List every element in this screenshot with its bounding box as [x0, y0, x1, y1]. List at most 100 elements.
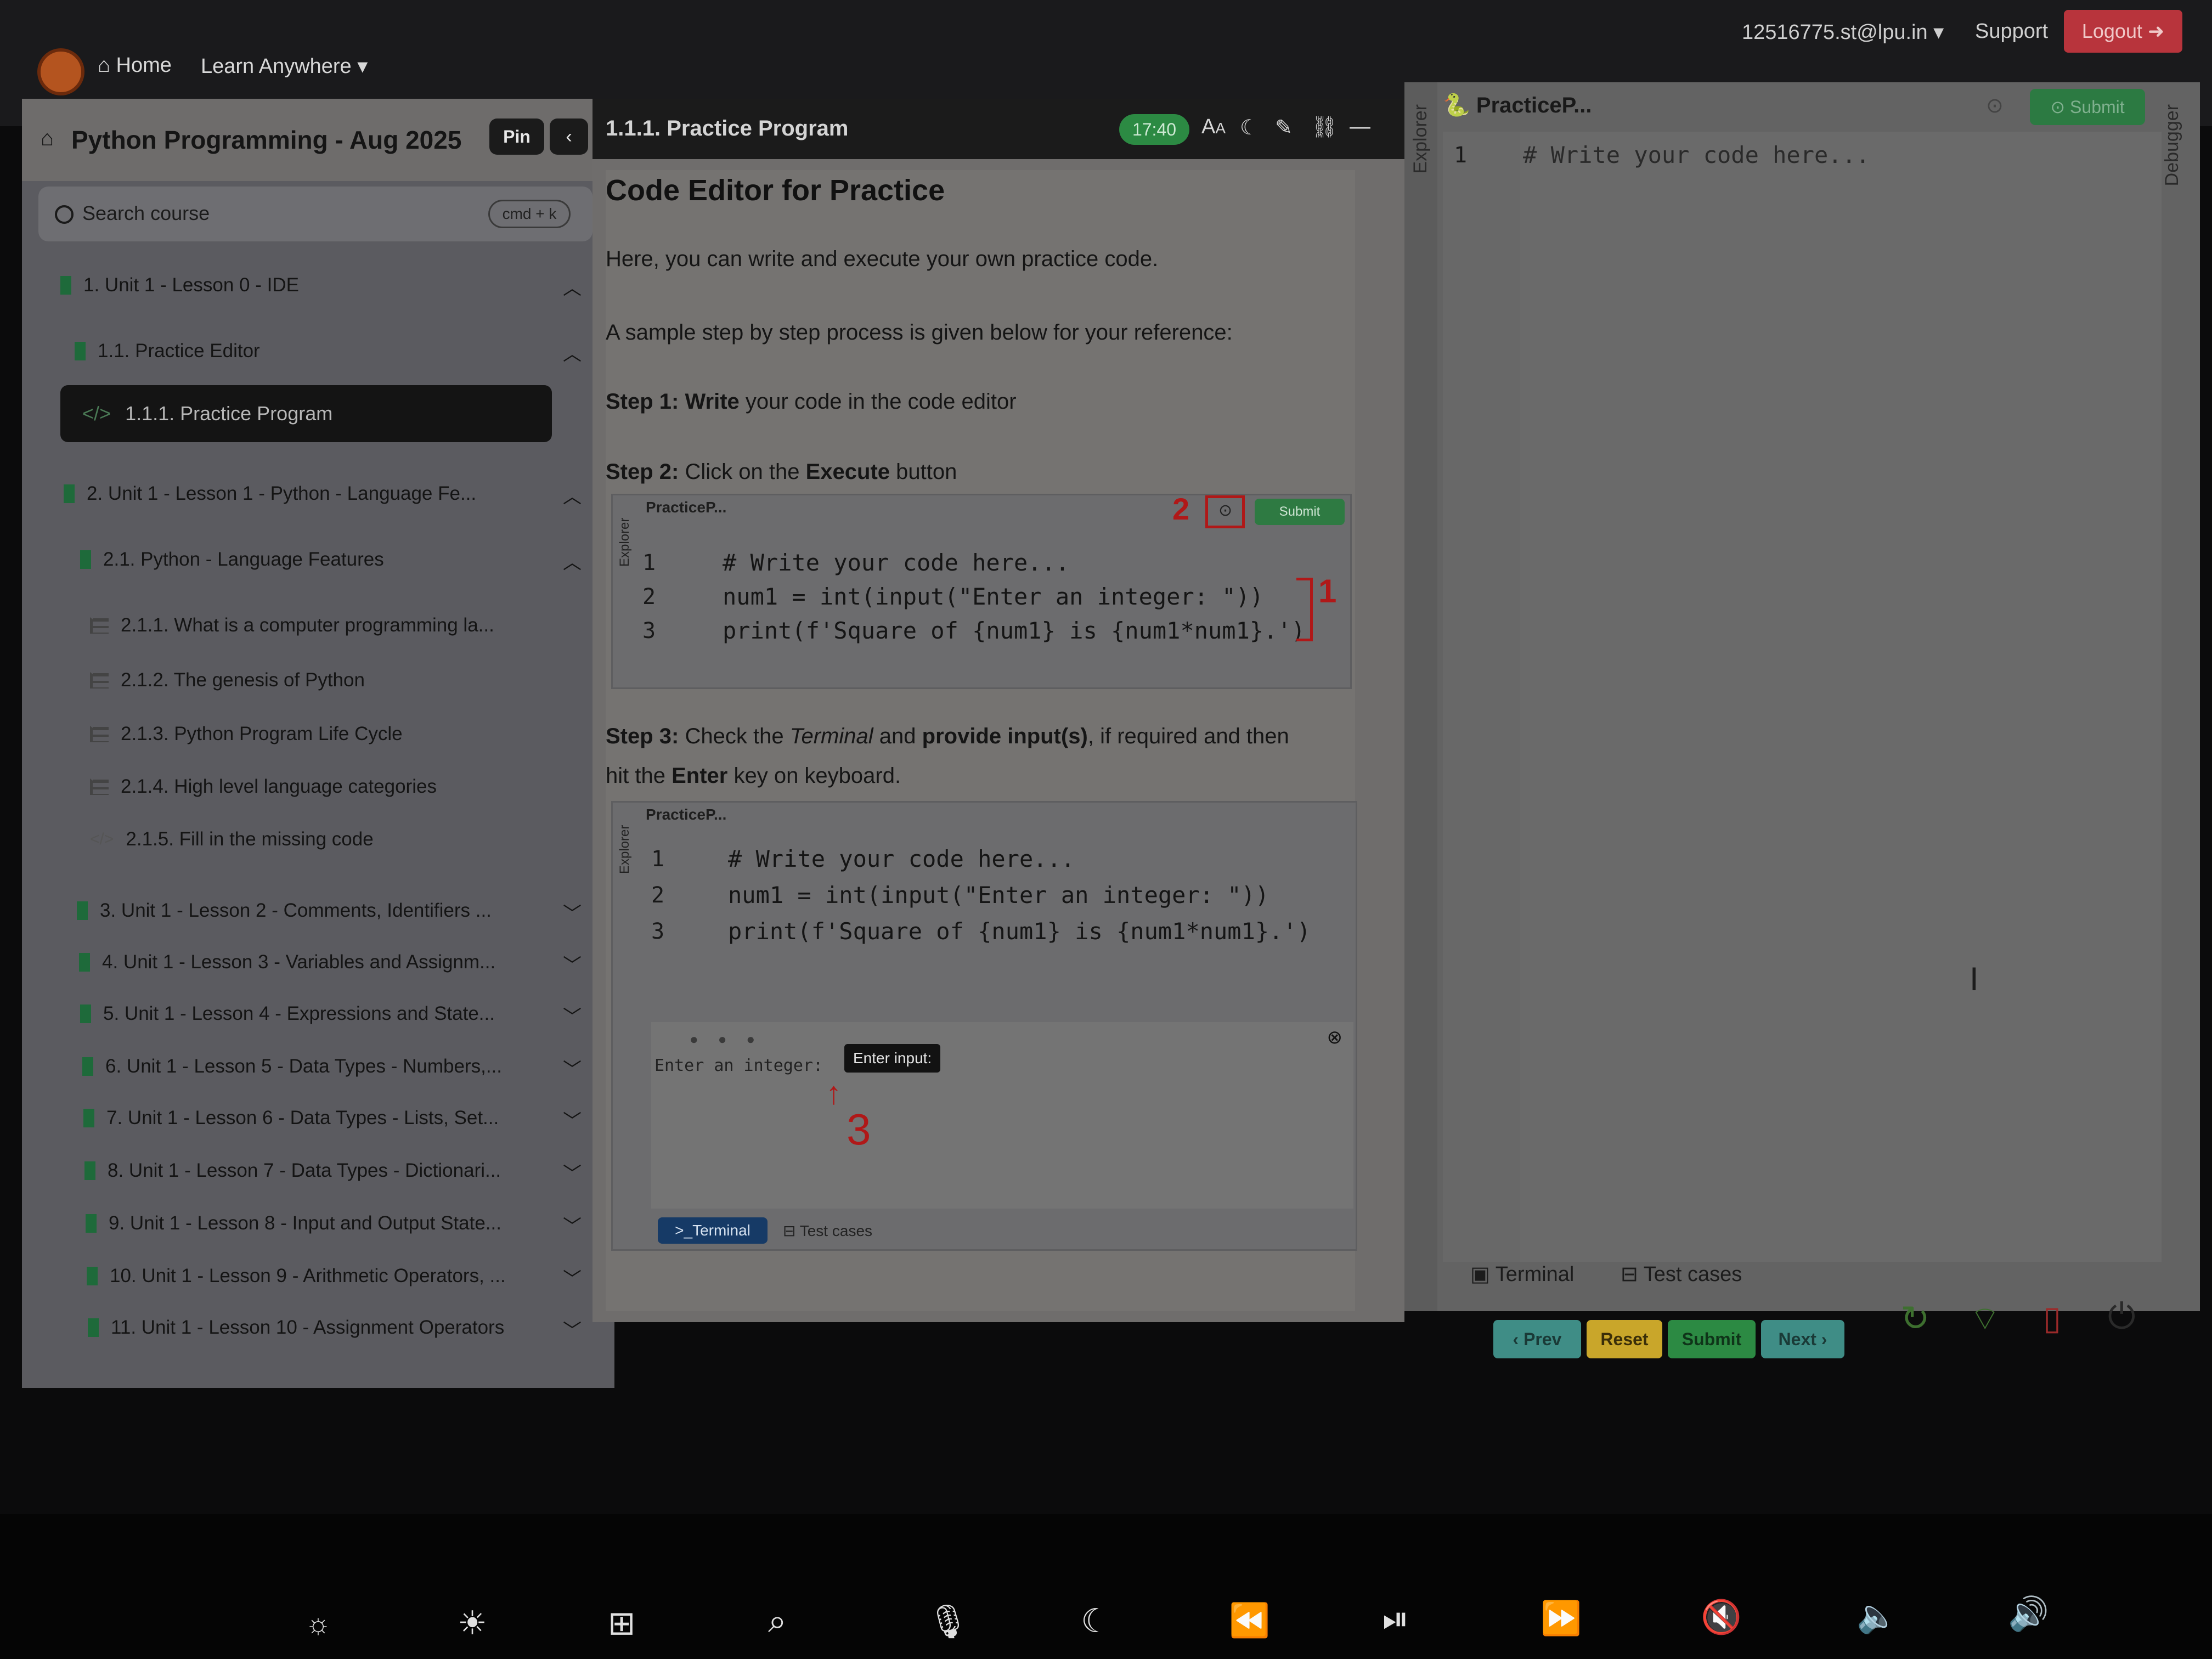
- sidebar-item-unit1-lesson9[interactable]: 10. Unit 1 - Lesson 9 - Arithmetic Opera…: [87, 1254, 598, 1298]
- next-button[interactable]: Next ›: [1761, 1320, 1844, 1358]
- chevron-down-icon[interactable]: ﹀: [563, 1316, 582, 1342]
- step3-line2: hit the Enter key on keyboard.: [606, 764, 901, 788]
- prev-button[interactable]: ‹ Prev: [1493, 1320, 1581, 1358]
- logout-button[interactable]: Logout ➜: [2064, 10, 2182, 53]
- sidebar-item-2-1-4[interactable]: 2.1.4. High level language categories: [90, 765, 598, 809]
- editor-code-line[interactable]: # Write your code here...: [1523, 142, 1870, 168]
- sidebar-item-unit1-lesson4[interactable]: 5. Unit 1 - Lesson 4 - Expressions and S…: [80, 992, 598, 1036]
- chevron-up-icon[interactable]: ︿: [563, 482, 582, 509]
- chevron-up-icon[interactable]: ︿: [563, 273, 582, 300]
- sidebar-item-unit1-lesson1[interactable]: 2. Unit 1 - Lesson 1 - Python - Language…: [64, 472, 598, 516]
- keyboard-function-row: ☼ ☀ ⊞ ⌕ 🎙 ☾ ⏪ ⏯ ⏩ 🔇 🔈 🔊: [0, 1514, 2212, 1659]
- line-number: 3: [642, 618, 656, 644]
- search-input[interactable]: Search course: [82, 202, 210, 225]
- book-icon: [64, 484, 75, 503]
- debugger-toggle[interactable]: Debugger: [2162, 104, 2183, 186]
- testcases-tab[interactable]: ⊟ Test cases: [1621, 1262, 1742, 1286]
- arrow-up-icon: ↑: [826, 1075, 842, 1111]
- list-icon: [90, 617, 109, 634]
- sidebar-item-unit1-lesson6[interactable]: 7. Unit 1 - Lesson 6 - Data Types - List…: [83, 1096, 598, 1140]
- explorer-toggle[interactable]: Explorer: [1410, 104, 1431, 174]
- sidebar-item-unit1-lesson0[interactable]: 1. Unit 1 - Lesson 0 - IDE ︿: [60, 263, 598, 307]
- line-number: 2: [651, 883, 665, 908]
- sidebar-item-2-1-3[interactable]: 2.1.3. Python Program Life Cycle: [90, 712, 598, 756]
- step3-text: Step 3: Check the Terminal and provide i…: [606, 724, 1289, 749]
- sidebar-item-2-1-5[interactable]: </> 2.1.5. Fill in the missing code: [90, 817, 598, 861]
- sidebar-item-2-1-1[interactable]: 2.1.1. What is a computer programming la…: [90, 603, 598, 647]
- sidebar-item-language-features[interactable]: 2.1. Python - Language Features ︿: [80, 538, 598, 582]
- sidebar-item-label: 1.1. Practice Editor: [98, 340, 260, 362]
- code-line-1: # Write your code here...: [728, 845, 1075, 872]
- chevron-down-icon[interactable]: ﹀: [563, 1211, 582, 1238]
- support-link[interactable]: Support: [1975, 20, 2048, 43]
- learn-anywhere-menu[interactable]: Learn Anywhere ▾: [201, 54, 368, 78]
- chevron-down-icon[interactable]: ﹀: [563, 1002, 582, 1029]
- editor-file-tab[interactable]: 🐍 PracticeP...: [1443, 92, 1592, 118]
- chevron-up-icon[interactable]: ︿: [563, 339, 582, 366]
- power-icon[interactable]: ⏻: [2108, 1296, 2136, 1337]
- chevron-down-icon[interactable]: ﹀: [563, 1264, 582, 1291]
- do-not-disturb-icon: ☾: [1081, 1602, 1110, 1639]
- close-icon: ⊗: [1327, 1027, 1343, 1048]
- rewind-icon: ⏪: [1229, 1602, 1270, 1639]
- wifi-icon[interactable]: ⌔: [1970, 1298, 2000, 1339]
- line-number: 1: [642, 550, 656, 575]
- sidebar-item-2-1-2[interactable]: 2.1.2. The genesis of Python: [90, 658, 598, 702]
- sidebar-item-label: 2.1.4. High level language categories: [121, 776, 437, 797]
- sidebar-item-unit1-lesson7[interactable]: 8. Unit 1 - Lesson 7 - Data Types - Dict…: [84, 1149, 598, 1193]
- example-testcases-tab: ⊟ Test cases: [783, 1222, 873, 1239]
- refresh-icon[interactable]: ↻: [1900, 1298, 1930, 1339]
- course-search[interactable]: Search course cmd + k: [38, 187, 592, 241]
- example-editor-2: Explorer PracticeP... 1 2 3 # Write your…: [611, 801, 1357, 1251]
- moon-icon[interactable]: ☾: [1240, 115, 1259, 140]
- submit-button[interactable]: Submit: [1668, 1320, 1756, 1358]
- sidebar-item-practice-program[interactable]: </> 1.1.1. Practice Program: [60, 385, 552, 442]
- sidebar-item-label: 7. Unit 1 - Lesson 6 - Data Types - List…: [106, 1107, 499, 1128]
- sidebar-item-unit1-lesson2[interactable]: 3. Unit 1 - Lesson 2 - Comments, Identif…: [77, 889, 598, 933]
- sidebar-item-unit1-lesson10[interactable]: 11. Unit 1 - Lesson 10 - Assignment Oper…: [88, 1306, 598, 1350]
- book-icon: [79, 953, 90, 972]
- example-submit-button: Submit: [1255, 499, 1345, 525]
- code-icon: </>: [90, 830, 114, 848]
- sidebar-item-label: 4. Unit 1 - Lesson 3 - Variables and Ass…: [102, 951, 496, 973]
- chevron-down-icon[interactable]: ﹀: [563, 899, 582, 926]
- spotlight-icon: ⌕: [768, 1602, 787, 1639]
- chevron-down-icon[interactable]: ﹀: [563, 950, 582, 977]
- content-heading: Code Editor for Practice: [606, 174, 945, 207]
- link-icon[interactable]: ⛓: [1311, 115, 1338, 139]
- app-logo[interactable]: [37, 48, 84, 95]
- sidebar-item-unit1-lesson5[interactable]: 6. Unit 1 - Lesson 5 - Data Types - Numb…: [82, 1045, 598, 1088]
- edit-icon[interactable]: ✎: [1275, 115, 1293, 140]
- battery-icon[interactable]: ▯: [2043, 1299, 2061, 1338]
- code-icon: </>: [82, 402, 111, 425]
- chevron-up-icon[interactable]: ︿: [563, 548, 582, 574]
- lesson-header: 1.1.1. Practice Program 17:40 AA ☾ ✎ ⛓ —: [592, 99, 1404, 159]
- collapse-sidebar-button[interactable]: ‹: [550, 119, 588, 155]
- editor-submit-button[interactable]: ⊙ Submit: [2030, 89, 2145, 125]
- code-editor[interactable]: 1 # Write your code here... I: [1443, 132, 2162, 1262]
- volume-down-icon: 🔈: [1857, 1598, 1898, 1634]
- sidebar-item-unit1-lesson3[interactable]: 4. Unit 1 - Lesson 3 - Variables and Ass…: [79, 940, 598, 984]
- sidebar-item-label: 1. Unit 1 - Lesson 0 - IDE: [83, 274, 299, 296]
- chevron-down-icon[interactable]: ﹀: [563, 1159, 582, 1186]
- sidebar-item-label: 9. Unit 1 - Lesson 8 - Input and Output …: [109, 1212, 501, 1234]
- explorer-rail: Explorer: [1404, 82, 1437, 1311]
- chevron-down-icon[interactable]: ﹀: [563, 1106, 582, 1133]
- user-email: 12516775.st@lpu.in: [1742, 21, 1928, 44]
- sidebar-item-practice-editor[interactable]: 1.1. Practice Editor ︿: [75, 329, 598, 373]
- book-icon: [86, 1214, 97, 1233]
- chevron-down-icon[interactable]: ﹀: [563, 1054, 582, 1081]
- annotation-3: 3: [847, 1105, 871, 1154]
- execute-icon[interactable]: ⊙: [1986, 93, 2004, 118]
- font-size-icon[interactable]: AA: [1201, 115, 1226, 139]
- step2-bold: Execute: [805, 460, 890, 484]
- sidebar-item-unit1-lesson8[interactable]: 9. Unit 1 - Lesson 8 - Input and Output …: [86, 1201, 598, 1245]
- terminal-tab[interactable]: ▣ Terminal: [1470, 1262, 1574, 1286]
- mission-control-icon: ⊞: [608, 1605, 636, 1641]
- pin-button[interactable]: Pin: [489, 119, 544, 155]
- minimize-icon[interactable]: —: [1350, 115, 1370, 139]
- user-menu[interactable]: 12516775.st@lpu.in ▾: [1742, 20, 1944, 44]
- reset-button[interactable]: Reset: [1587, 1320, 1662, 1358]
- home-link[interactable]: ⌂ Home: [98, 54, 172, 77]
- step3-b: and: [879, 724, 916, 748]
